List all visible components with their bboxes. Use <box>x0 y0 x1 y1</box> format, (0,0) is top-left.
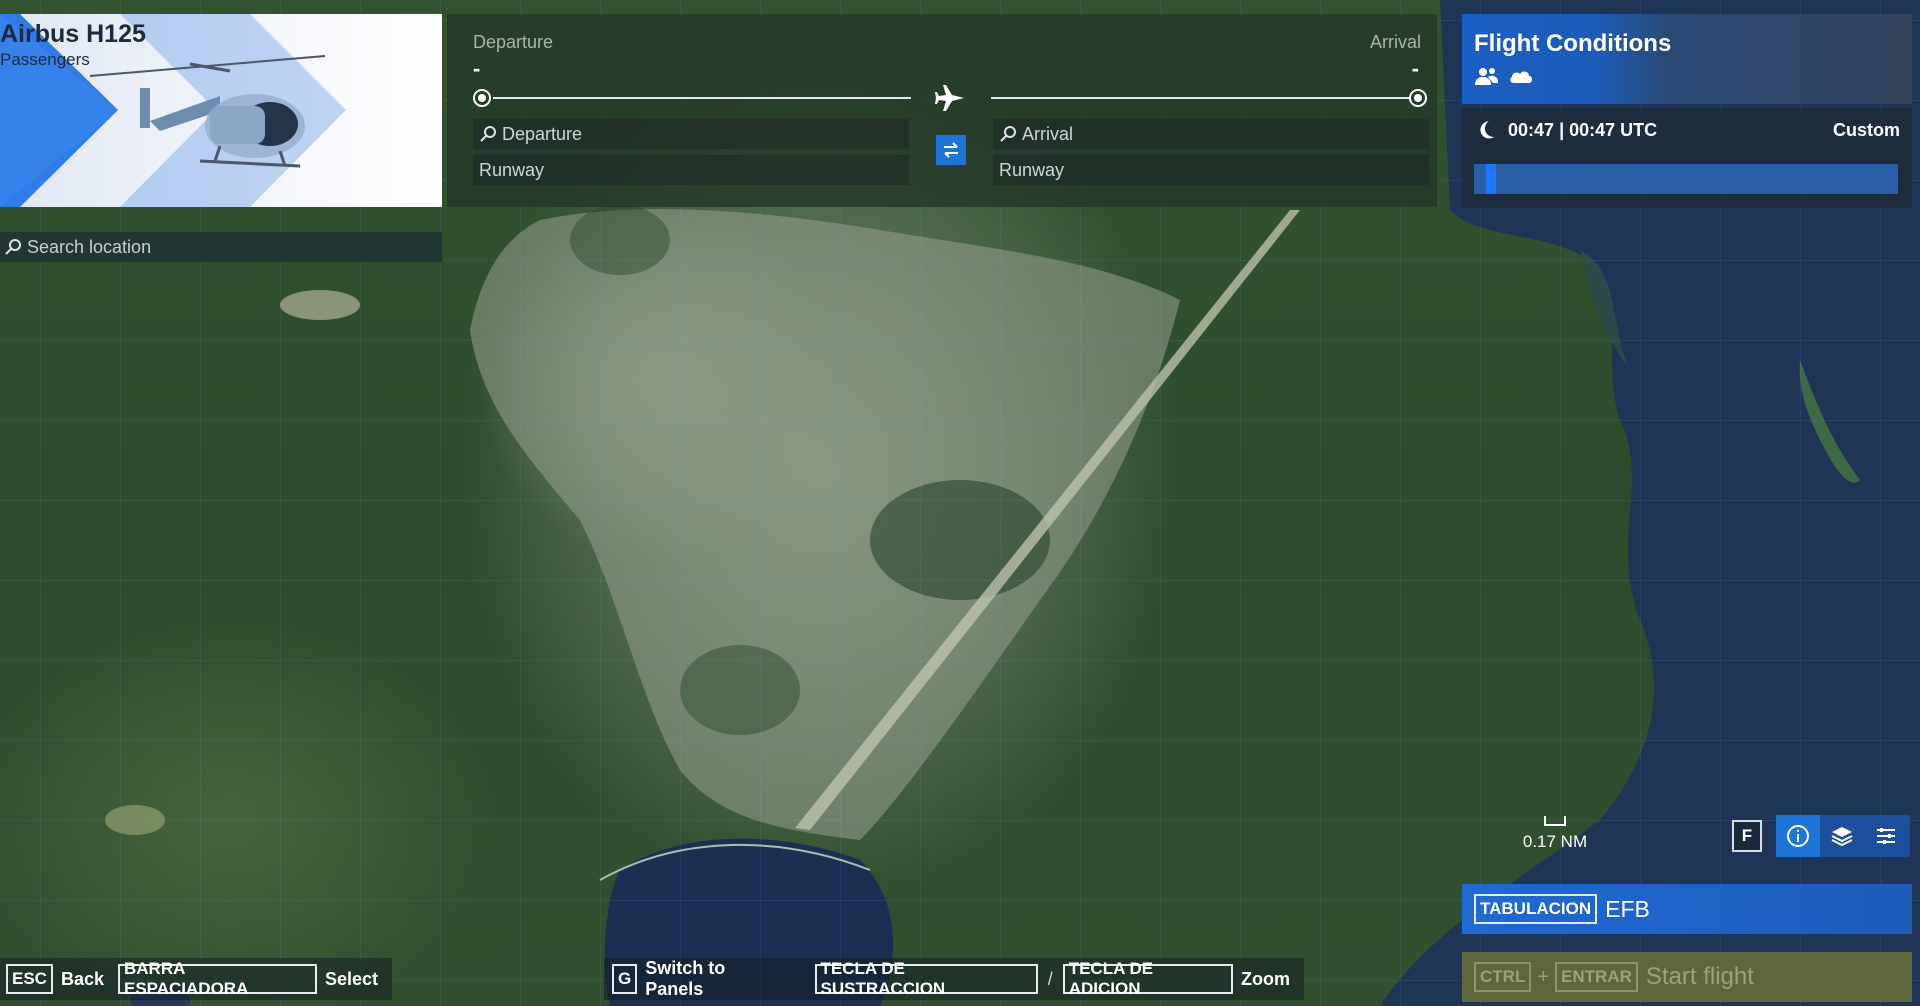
time-slider-thumb[interactable] <box>1486 164 1496 194</box>
route-panel: Departure Arrival - - Departure Runway A… <box>447 14 1437 207</box>
local-time: 00:47 <box>1508 120 1555 140</box>
conditions-mode: Custom <box>1833 120 1900 140</box>
aircraft-name: Airbus H125 <box>0 20 146 48</box>
helicopter-icon <box>89 55 326 168</box>
cloud-icon <box>1510 71 1532 83</box>
esc-key[interactable]: ESC <box>6 964 53 994</box>
efb-button[interactable]: TABULACION EFB <box>1462 884 1912 934</box>
switch-panels-hint[interactable]: Switch to Panels <box>645 958 786 1000</box>
plus-sign: + <box>1537 965 1550 988</box>
departure-runway-label: Runway <box>479 159 545 180</box>
route-line-left <box>493 97 911 99</box>
time-display: 00:47 | 00:47 UTC <box>1508 120 1657 141</box>
aircraft-livery: Passengers <box>0 50 90 69</box>
utc-time: 00:47 UTC <box>1569 120 1658 140</box>
aircraft-card[interactable]: Airbus H125 Passengers <box>0 14 442 207</box>
time-separator: | <box>1559 120 1565 140</box>
map-scale: 0.17 NM <box>1510 816 1600 852</box>
info-icon <box>1787 825 1809 847</box>
spacebar-key[interactable]: BARRA ESPACIADORA <box>118 959 317 998</box>
search-icon <box>5 239 21 255</box>
enter-key: ENTRAR <box>1555 962 1638 992</box>
moon-icon <box>1480 121 1494 139</box>
arrival-value: - <box>1411 56 1419 81</box>
zoom-separator: / <box>1047 968 1053 989</box>
list-settings-icon <box>1877 828 1895 844</box>
scale-label: 0.17 NM <box>1522 832 1588 851</box>
search-location-placeholder: Search location <box>27 236 152 257</box>
layers-button[interactable] <box>1820 815 1864 857</box>
g-key[interactable]: G <box>612 964 638 994</box>
departure-search-field[interactable]: Departure <box>473 119 909 149</box>
arrival-search-placeholder: Arrival <box>1022 123 1074 144</box>
layers-icon <box>1831 827 1853 847</box>
arrival-point-icon <box>1409 89 1427 107</box>
scale-bar <box>1544 816 1566 826</box>
info-button[interactable] <box>1776 815 1820 857</box>
flight-conditions-header[interactable]: Flight Conditions <box>1462 14 1912 104</box>
arrival-search-field[interactable]: Arrival <box>993 119 1429 149</box>
route-line-right <box>991 97 1409 99</box>
departure-label: Departure <box>473 32 554 52</box>
search-icon <box>1000 126 1016 142</box>
arrival-label: Arrival <box>1369 32 1421 52</box>
passengers-icon <box>1475 68 1498 85</box>
flight-conditions-title: Flight Conditions <box>1474 30 1672 57</box>
select-hint[interactable]: Select <box>325 969 378 990</box>
settings-list-button[interactable] <box>1864 815 1908 857</box>
start-flight-label: Start flight <box>1645 963 1754 990</box>
airplane-icon <box>935 85 964 111</box>
map-tools-bar <box>1776 815 1910 857</box>
efb-label: EFB <box>1605 895 1650 922</box>
zoom-hint[interactable]: Zoom <box>1241 969 1290 990</box>
start-flight-button[interactable]: CTRL + ENTRAR Start flight <box>1462 952 1912 1002</box>
zoom-in-key[interactable]: TECLA DE ADICION <box>1062 959 1233 998</box>
departure-value: - <box>473 56 481 81</box>
control-hints-middle: G Switch to Panels TECLA DE SUSTRACCION … <box>604 958 1304 1000</box>
ctrl-key: CTRL <box>1474 962 1532 992</box>
departure-runway-field[interactable]: Runway <box>473 155 909 185</box>
back-hint[interactable]: Back <box>61 969 104 990</box>
time-of-day-slider[interactable] <box>1474 164 1898 194</box>
tab-key: TABULACION <box>1474 894 1598 924</box>
arrival-runway-field[interactable]: Runway <box>993 155 1429 185</box>
departure-search-placeholder: Departure <box>502 123 583 144</box>
arrival-runway-label: Runway <box>999 159 1065 180</box>
control-hints-left: ESC Back BARRA ESPACIADORA Select <box>0 958 392 1000</box>
swap-arrows-icon <box>944 142 958 158</box>
swap-route-button[interactable] <box>936 135 966 165</box>
search-icon <box>480 126 496 142</box>
search-location-input[interactable]: Search location <box>0 232 442 262</box>
flight-conditions-panel: 00:47 | 00:47 UTC Custom <box>1462 108 1912 208</box>
zoom-out-key[interactable]: TECLA DE SUSTRACCION <box>814 959 1038 998</box>
departure-point-icon <box>473 89 491 107</box>
filter-key-button[interactable]: F <box>1732 820 1762 852</box>
